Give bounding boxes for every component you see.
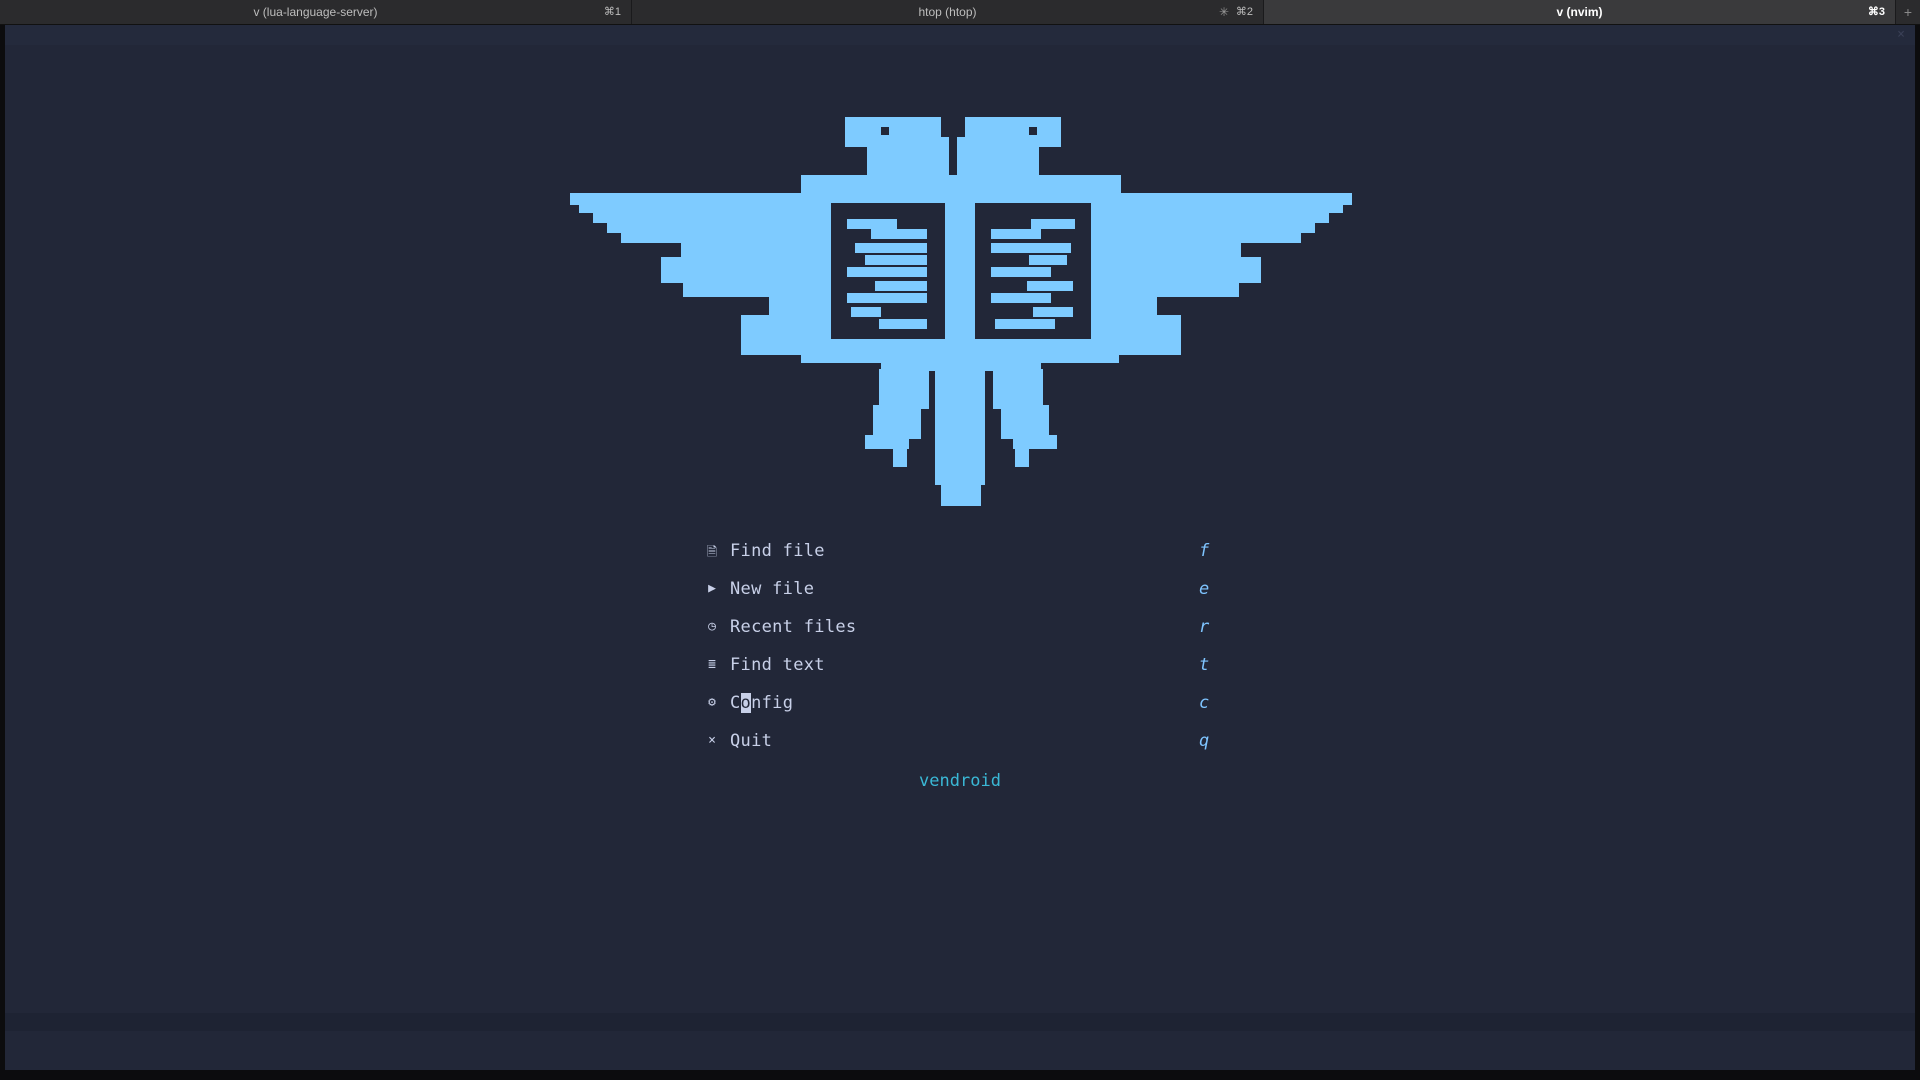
label-part: C <box>730 693 741 713</box>
close-icon: × <box>708 733 716 748</box>
menu-item-shortcut: c <box>1199 693 1210 713</box>
lines-icon: ≣ <box>708 657 716 672</box>
menu-item-label: New file <box>730 579 815 599</box>
menu-item-find-file[interactable]: 🗎 Find file f <box>705 539 1215 577</box>
tab-htop[interactable]: htop (htop) ✳ ⌘2 <box>632 0 1264 24</box>
command-line[interactable] <box>5 1031 1915 1070</box>
menu-item-shortcut: r <box>1199 617 1210 637</box>
menu-item-recent-files[interactable]: ◷ Recent files r <box>705 615 1215 653</box>
play-icon: ▶ <box>708 581 716 596</box>
close-icon[interactable]: × <box>1897 27 1905 42</box>
gear-icon: ⚙ <box>708 695 716 710</box>
menu-item-label: Config <box>730 693 793 713</box>
window-bar: × <box>5 25 1915 45</box>
menu-item-label: Find text <box>730 655 825 675</box>
tab-shortcut: ⌘1 <box>603 6 621 18</box>
text-cursor: o <box>740 693 752 713</box>
menu-item-shortcut: q <box>1199 731 1210 751</box>
spinner-icon: ✳ <box>1218 5 1229 19</box>
tab-nvim[interactable]: v (nvim) ⌘3 <box>1264 0 1896 24</box>
tab-title: htop (htop) <box>918 5 977 19</box>
dashboard-footer: vendroid <box>919 771 1001 791</box>
file-icon: 🗎 <box>706 545 718 560</box>
label-part: nfig <box>751 693 794 713</box>
menu-item-label: Find file <box>730 541 825 561</box>
double-headed-eagle-with-book-icon <box>570 117 1352 506</box>
tab-title: v (nvim) <box>1556 5 1603 19</box>
menu-item-new-file[interactable]: ▶ New file e <box>705 577 1215 615</box>
status-line <box>5 1013 1915 1031</box>
menu-item-config[interactable]: ⚙ Config c <box>705 691 1215 729</box>
menu-item-shortcut: t <box>1199 655 1210 675</box>
dashboard-menu: 🗎 Find file f ▶ New file e ◷ Recent file… <box>705 539 1215 767</box>
menu-item-shortcut: f <box>1199 541 1210 561</box>
menu-item-quit[interactable]: × Quit q <box>705 729 1215 767</box>
clock-icon: ◷ <box>708 619 716 634</box>
tab-title: v (lua-language-server) <box>253 5 378 19</box>
menu-item-find-text[interactable]: ≣ Find text t <box>705 653 1215 691</box>
menu-item-label: Recent files <box>730 617 857 637</box>
tab-lua-language-server[interactable]: v (lua-language-server) ⌘1 <box>0 0 632 24</box>
tab-bar: v (lua-language-server) ⌘1 htop (htop) ✳… <box>0 0 1920 25</box>
menu-item-shortcut: e <box>1199 579 1210 599</box>
tab-shortcut: ⌘3 <box>1867 6 1885 18</box>
tab-shortcut: ⌘2 <box>1235 6 1253 18</box>
nvim-dashboard: × 🗎 Find file f ▶ New file e ◷ Recent fi… <box>5 25 1915 1070</box>
menu-item-label: Quit <box>730 731 773 751</box>
new-tab-button[interactable]: + <box>1896 0 1920 24</box>
